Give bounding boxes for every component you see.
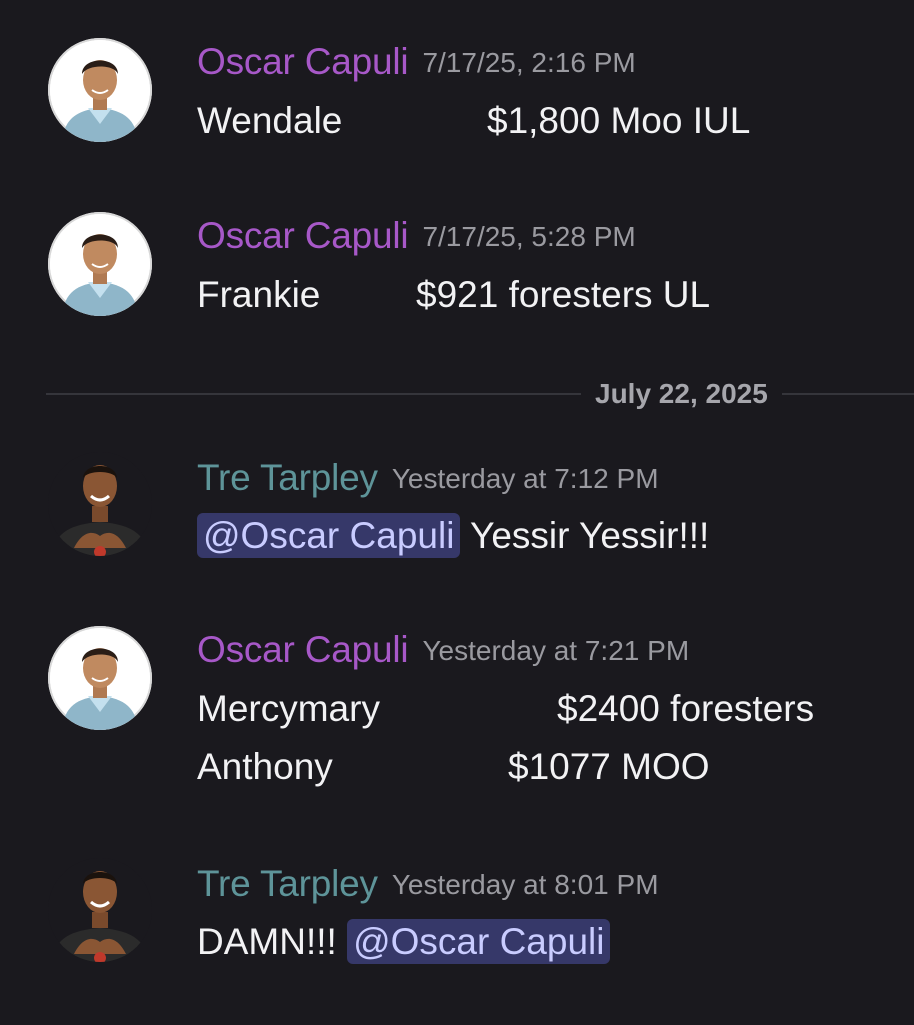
message-line: Wendale $1,800 Moo IUL — [197, 99, 750, 143]
message-header: Tre Tarpley Yesterday at 7:12 PM — [197, 456, 659, 500]
author-name[interactable]: Oscar Capuli — [197, 215, 409, 256]
author-name[interactable]: Oscar Capuli — [197, 629, 409, 670]
client-name: Wendale — [197, 100, 343, 141]
timestamp[interactable]: Yesterday at 7:21 PM — [422, 635, 689, 666]
timestamp[interactable]: 7/17/25, 2:16 PM — [422, 47, 635, 78]
message: Tre Tarpley Yesterday at 8:01 PM DAMN!!! … — [0, 858, 914, 968]
message-line: Mercymary $2400 foresters — [197, 687, 814, 731]
message: Oscar Capuli 7/17/25, 2:16 PM Wendale $1,… — [0, 38, 914, 148]
message-text: DAMN!!! — [197, 921, 337, 962]
tre-avatar-icon[interactable] — [48, 452, 152, 556]
policy-amount: $1,800 Moo IUL — [487, 100, 751, 141]
message: Oscar Capuli 7/17/25, 5:28 PM Frankie $92… — [0, 212, 914, 322]
client-name: Frankie — [197, 274, 321, 315]
policy-amount: $921 foresters UL — [416, 274, 711, 315]
message-text: Yessir Yessir!!! — [470, 515, 710, 556]
timestamp[interactable]: Yesterday at 7:12 PM — [392, 463, 659, 494]
author-name[interactable]: Oscar Capuli — [197, 41, 409, 82]
oscar-avatar-icon[interactable] — [48, 38, 152, 142]
message-line: @Oscar Capuli Yessir Yessir!!! — [197, 513, 710, 558]
user-mention[interactable]: @Oscar Capuli — [347, 919, 611, 964]
author-name[interactable]: Tre Tarpley — [197, 457, 378, 498]
timestamp[interactable]: Yesterday at 8:01 PM — [392, 869, 659, 900]
policy-amount: $2400 foresters — [557, 688, 815, 729]
oscar-avatar-icon[interactable] — [48, 626, 152, 730]
author-name[interactable]: Tre Tarpley — [197, 863, 378, 904]
tre-avatar-icon[interactable] — [48, 858, 152, 962]
message-line: Anthony $1077 MOO — [197, 745, 710, 789]
message-header: Tre Tarpley Yesterday at 8:01 PM — [197, 862, 659, 906]
message-header: Oscar Capuli 7/17/25, 5:28 PM — [197, 214, 636, 258]
message-header: Oscar Capuli Yesterday at 7:21 PM — [197, 628, 689, 672]
message: Oscar Capuli Yesterday at 7:21 PM Mercyma… — [0, 626, 914, 796]
message-line: Frankie $921 foresters UL — [197, 273, 710, 317]
message-header: Oscar Capuli 7/17/25, 2:16 PM — [197, 40, 636, 84]
date-divider-label: July 22, 2025 — [581, 376, 782, 412]
user-mention[interactable]: @Oscar Capuli — [197, 513, 461, 558]
message-line: DAMN!!! @Oscar Capuli — [197, 919, 611, 964]
message: Tre Tarpley Yesterday at 7:12 PM @Oscar C… — [0, 452, 914, 562]
date-divider-line — [46, 393, 914, 395]
client-name: Anthony — [197, 746, 333, 787]
policy-amount: $1077 MOO — [508, 746, 710, 787]
timestamp[interactable]: 7/17/25, 5:28 PM — [422, 221, 635, 252]
chat-message-list: Oscar Capuli 7/17/25, 2:16 PM Wendale $1,… — [0, 0, 914, 1025]
oscar-avatar-icon[interactable] — [48, 212, 152, 316]
client-name: Mercymary — [197, 688, 380, 729]
